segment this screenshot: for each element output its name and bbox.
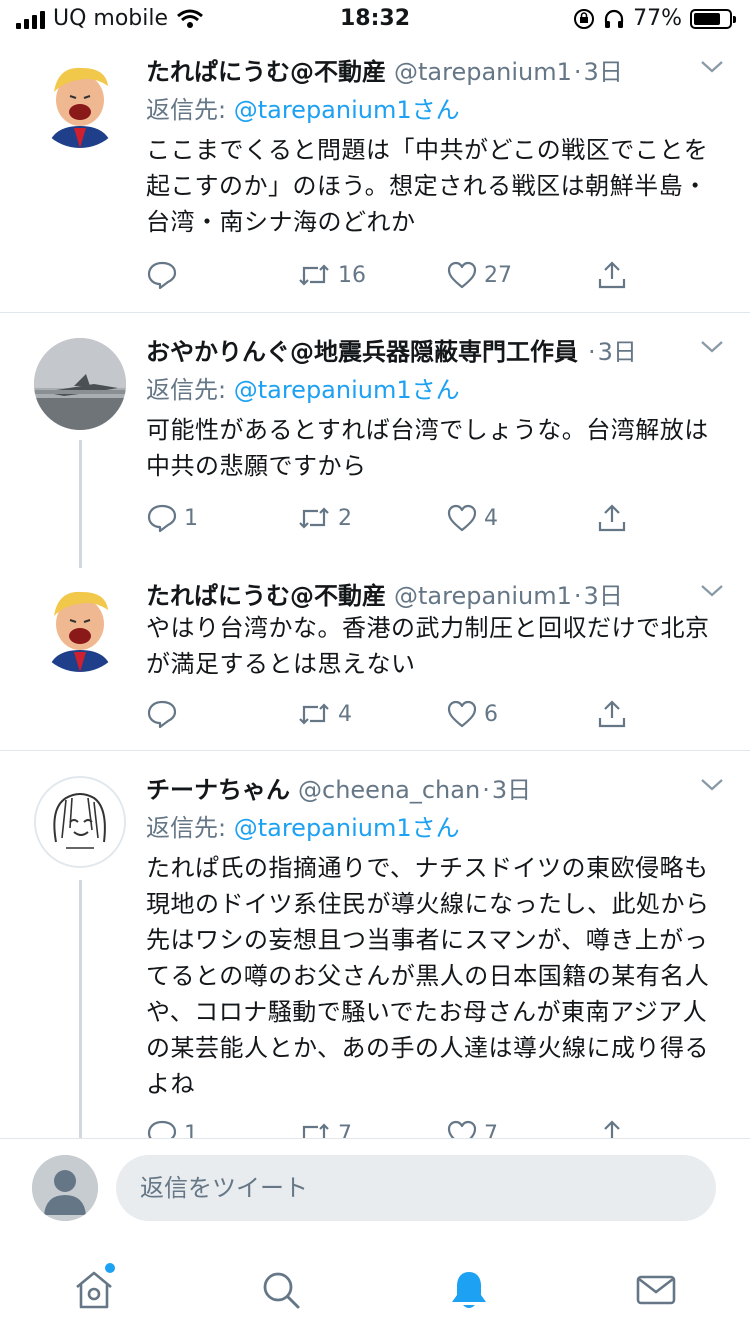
user-handle[interactable]: @tarepanium1 xyxy=(394,582,572,610)
headphones-icon xyxy=(604,9,624,28)
like-button[interactable]: 27 xyxy=(446,260,566,290)
tweet-text: たれぱ氏の指摘通りで、ナチスドイツの東欧侵略も現地のドイツ系住民が導火線になった… xyxy=(146,854,710,1098)
search-icon xyxy=(263,1272,300,1309)
rotation-lock-icon xyxy=(574,8,595,29)
reply-input[interactable]: 返信をツイート xyxy=(116,1155,716,1221)
share-button[interactable] xyxy=(596,698,636,730)
reply-icon xyxy=(147,261,177,290)
avatar[interactable] xyxy=(34,580,126,672)
retweet-count: 16 xyxy=(338,262,366,288)
divider xyxy=(0,750,750,751)
user-name[interactable]: たれぱにうむ@不動産 xyxy=(146,576,386,611)
retweet-icon xyxy=(299,507,329,529)
tab-search[interactable] xyxy=(246,1255,316,1325)
home-icon xyxy=(75,1271,112,1309)
like-button[interactable]: 4 xyxy=(446,503,566,533)
heart-icon xyxy=(447,700,477,728)
like-count: 27 xyxy=(484,262,512,288)
user-name[interactable]: たれぱにうむ@不動産 xyxy=(146,52,386,87)
avatar[interactable] xyxy=(34,776,126,868)
tweet-actions: 4 6 xyxy=(146,694,636,734)
like-count: 4 xyxy=(484,505,498,531)
heart-icon xyxy=(447,261,477,289)
retweet-icon xyxy=(299,264,329,286)
share-icon xyxy=(598,700,626,728)
messages-icon xyxy=(636,1275,676,1305)
reply-button[interactable] xyxy=(146,699,266,729)
retweet-button[interactable]: 2 xyxy=(296,503,416,533)
chevron-down-icon[interactable] xyxy=(698,336,726,356)
reply-composer: 返信をツイート xyxy=(0,1138,750,1247)
tweet-text: やはり台湾かな。香港の武力制圧と回収だけで北京が満足するとは思えない xyxy=(146,614,710,678)
reply-to: 返信先: @tarepanium1さん xyxy=(146,376,460,404)
reply-count: 1 xyxy=(184,505,198,531)
thread-line xyxy=(79,440,82,568)
timestamp[interactable]: 3日 xyxy=(492,770,531,805)
share-icon xyxy=(598,504,626,532)
status-bar: UQ mobile 18:32 77% xyxy=(0,0,750,40)
timestamp[interactable]: 3日 xyxy=(584,576,623,611)
tweet-actions: 16 27 xyxy=(146,255,636,295)
my-avatar[interactable] xyxy=(32,1155,98,1221)
battery-icon xyxy=(690,8,736,29)
reply-icon xyxy=(147,700,177,729)
thread-line xyxy=(79,880,82,1138)
retweet-count: 4 xyxy=(338,701,352,727)
reply-button[interactable]: 1 xyxy=(146,503,266,533)
tab-notifications[interactable] xyxy=(434,1255,504,1325)
reply-button[interactable] xyxy=(146,260,266,290)
divider xyxy=(0,312,750,313)
reply-mention-link[interactable]: @tarepanium1さん xyxy=(234,96,460,124)
tweet-text: ここまでくると問題は「中共がどこの戦区でことを起こすのか」のほう。想定される戦区… xyxy=(146,136,709,236)
share-button[interactable] xyxy=(596,502,636,534)
reply-mention-link[interactable]: @tarepanium1さん xyxy=(234,376,460,404)
user-name[interactable]: チーナちゃん xyxy=(146,770,290,805)
avatar[interactable] xyxy=(34,56,126,148)
retweet-count: 2 xyxy=(338,505,352,531)
share-button[interactable] xyxy=(596,259,636,291)
reply-mention-link[interactable]: @tarepanium1さん xyxy=(234,814,460,842)
reply-icon xyxy=(147,504,177,533)
tweet-text: 可能性があるとすれば台湾でしょうな。台湾解放は中共の悲願ですから xyxy=(146,416,709,480)
chevron-down-icon[interactable] xyxy=(698,580,726,600)
chevron-down-icon[interactable] xyxy=(698,56,726,76)
notifications-icon xyxy=(451,1272,486,1308)
chevron-down-icon[interactable] xyxy=(698,774,726,794)
reply-to: 返信先: @tarepanium1さん xyxy=(146,814,460,842)
retweet-button[interactable]: 16 xyxy=(296,260,416,290)
like-button[interactable]: 6 xyxy=(446,699,566,729)
heart-icon xyxy=(447,504,477,532)
user-handle[interactable]: @tarepanium1 xyxy=(394,58,572,86)
tab-bar xyxy=(0,1246,750,1334)
new-content-dot xyxy=(104,1263,115,1273)
timestamp[interactable]: 3日 xyxy=(598,332,637,367)
avatar[interactable] xyxy=(34,338,126,430)
user-handle[interactable]: @cheena_chan xyxy=(298,776,480,804)
tab-messages[interactable] xyxy=(621,1255,691,1325)
like-count: 6 xyxy=(484,701,498,727)
tab-home[interactable] xyxy=(59,1255,129,1325)
tweet-actions: 1 2 4 xyxy=(146,498,636,538)
user-name[interactable]: おやかりんぐ@地震兵器隠蔽専門工作員 xyxy=(146,332,578,367)
retweet-button[interactable]: 4 xyxy=(296,699,416,729)
retweet-icon xyxy=(299,703,329,725)
share-icon xyxy=(598,261,626,289)
reply-to: 返信先: @tarepanium1さん xyxy=(146,96,460,124)
timestamp[interactable]: 3日 xyxy=(584,52,623,87)
battery-percent: 77% xyxy=(633,6,682,31)
